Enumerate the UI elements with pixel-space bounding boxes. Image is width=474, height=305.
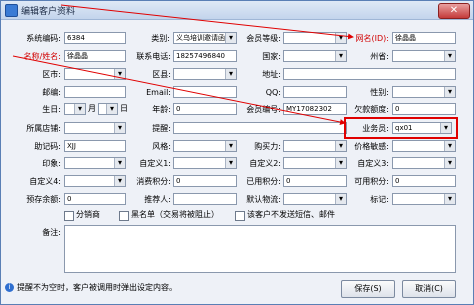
used-points-field[interactable]: 0 [283,175,347,187]
price-sensitivity-label: 价格敏感: [354,142,389,151]
name-label: 名称/姓名: [23,52,61,61]
style-label: 风格: [152,142,171,151]
category-select[interactable]: 义乌培训邀请函 [173,32,237,44]
city-label: 区市: [42,70,61,79]
name-field[interactable]: 徐晶晶 [64,50,126,62]
phone-field[interactable]: 18257496840 [173,50,237,62]
price-sensitivity-select[interactable] [392,140,456,152]
cancel-button[interactable]: 取消(C) [402,280,456,298]
email-field[interactable] [173,86,237,98]
reminder-label: 提醒: [152,124,171,133]
referrer-field[interactable] [173,193,237,205]
country-label: 国家: [262,52,281,61]
no-sms-email-checkbox-label: 该客户不发送短信、邮件 [247,210,335,219]
purchase-power-label: 购买力: [254,142,281,151]
wangwang-field[interactable]: 徐晶晶 [392,32,456,44]
style-select[interactable] [173,140,237,152]
footer-note: 提醒不为空时，客户被调用时弹出设定内容。 [17,283,177,292]
province-select[interactable] [392,50,456,62]
city-select[interactable] [64,68,126,80]
referrer-label: 推荐人: [144,195,171,204]
custom1-label: 自定义1: [139,159,171,168]
consumption-label: 消费积分: [136,177,171,186]
gender-select[interactable] [392,86,456,98]
tag-select[interactable] [392,193,456,205]
available-points-field[interactable]: 0 [392,175,456,187]
salesman-highlight-box [344,117,458,139]
age-field[interactable]: 0 [173,103,237,115]
edit-customer-window: 编辑客户资料 ✕ 系统编码: 6384 类别: 义乌培训邀请函 会员等级: 网名… [0,0,474,305]
store-label: 所属店铺: [26,124,61,133]
county-label: 区县: [152,70,171,79]
blacklist-checkbox-label: 黑名单（交易将被阻止） [131,210,219,219]
postcode-label: 邮编: [42,88,61,97]
province-label: 州省: [370,52,389,61]
available-points-label: 可用积分: [354,177,389,186]
owed-field[interactable]: 0 [392,103,456,115]
age-label: 年龄: [152,105,171,114]
blacklist-checkbox[interactable] [119,211,129,221]
qq-field[interactable] [283,86,347,98]
email-label: Email: [146,88,171,97]
distributor-checkbox-label: 分销商 [76,210,100,219]
month-label: 月 [88,104,96,113]
custom4-select[interactable] [64,175,126,187]
deposit-label: 预存余额: [26,195,61,204]
reminder-field[interactable] [173,122,347,134]
address-label: 地址: [262,70,281,79]
deposit-field[interactable]: 0 [64,193,126,205]
custom3-label: 自定义3: [357,159,389,168]
custom2-select[interactable] [283,157,347,169]
window-title: 编辑客户资料 [21,7,76,17]
title-bar: 编辑客户资料 ✕ [1,1,473,20]
member-no-field[interactable]: MY17082302 [283,103,347,115]
logistics-label: 默认物流: [246,195,281,204]
save-button[interactable]: 保存(S) [341,280,395,298]
birthday-label: 生日: [42,105,61,114]
birth-month-select[interactable] [64,103,86,115]
mnemonic-field[interactable]: XJJ [64,140,126,152]
custom4-label: 自定义4: [29,177,61,186]
day-label: 日 [120,104,128,113]
used-points-label: 已用积分: [246,177,281,186]
birth-day-select[interactable] [98,103,118,115]
address-field[interactable] [283,68,456,80]
custom1-select[interactable] [173,157,237,169]
remark-label: 备注: [42,228,61,237]
purchase-power-select[interactable] [283,140,347,152]
mnemonic-label: 助记码: [34,142,61,151]
owed-label: 欠款额度: [354,105,389,114]
close-button[interactable]: ✕ [438,3,470,19]
no-sms-email-checkbox[interactable] [235,211,245,221]
member-no-label: 会员编号: [246,105,281,114]
gender-label: 性别: [370,88,389,97]
custom2-label: 自定义2: [249,159,281,168]
custom3-select[interactable] [392,157,456,169]
impression-label: 印象: [42,159,61,168]
postcode-field[interactable] [64,86,126,98]
sys-code-field[interactable]: 6384 [64,32,126,44]
category-label: 类别: [151,34,170,43]
sys-code-label: 系统编码: [26,34,61,43]
logistics-select[interactable] [283,193,347,205]
remark-textarea[interactable] [64,225,456,273]
app-icon [5,4,18,17]
country-select[interactable] [283,50,347,62]
store-select[interactable] [64,122,126,134]
member-level-label: 会员等级: [246,34,281,43]
distributor-checkbox[interactable] [64,211,74,221]
phone-label: 联系电话: [136,52,171,61]
member-level-select[interactable] [283,32,347,44]
impression-select[interactable] [64,157,126,169]
county-select[interactable] [173,68,237,80]
qq-label: QQ: [265,88,281,97]
wangwang-label: 网名(ID): [355,34,389,43]
consumption-field[interactable]: 0 [173,175,237,187]
info-icon: i [5,283,14,292]
tag-label: 标记: [370,195,389,204]
